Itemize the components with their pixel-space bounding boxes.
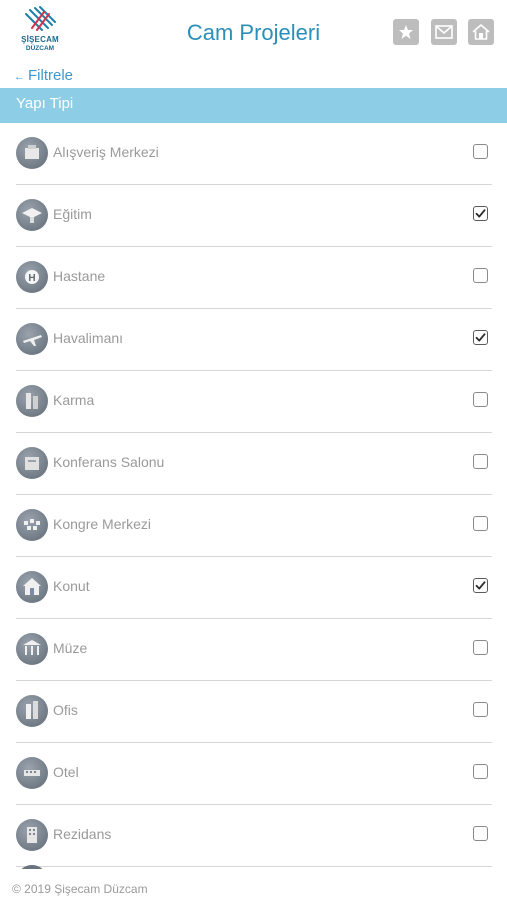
app-header: ŞİŞECAM DÜZCAM Cam Projeleri [0,0,507,66]
favorites-button[interactable] [393,19,419,45]
list-item-checkbox[interactable] [473,702,488,717]
svg-text:H: H [28,273,35,284]
list-item-label: Alışveriş Merkezi [53,144,159,160]
list-item-checkbox[interactable] [473,640,488,655]
checkmark-icon [475,581,486,590]
list-item[interactable]: Karma [16,371,492,433]
list-item[interactable]: Rezidans [16,805,492,867]
list-item-checkbox[interactable] [473,578,488,593]
home-button[interactable] [468,19,494,45]
list-item[interactable]: Ofis [16,681,492,743]
list-item-label: Otel [53,764,79,780]
list-item[interactable]: Müze [16,619,492,681]
conference-hall-icon [16,447,48,479]
list-item-label: Müze [53,640,88,656]
list-item[interactable]: Alışveriş Merkezi [16,123,492,185]
airport-icon [16,323,48,355]
list-item-checkbox[interactable] [473,268,488,283]
list-item-label: Eğitim [53,206,92,222]
section-title: Yapı Tipi [16,95,74,112]
logo-text-secondary: DÜZCAM [25,45,55,52]
list-item[interactable]: Konferans Salonu [16,433,492,495]
list-item-label: Karma [53,392,95,408]
list-item-label: Ofis [53,702,78,718]
hotel-icon [16,757,48,789]
list-item-label: Rezidans [53,826,112,842]
back-to-filter-link[interactable]: ← Filtrele [14,67,73,84]
mail-icon [435,25,453,39]
list-item[interactable]: Konut [16,557,492,619]
checkmark-icon [475,333,486,342]
residence-tower-icon [16,819,48,851]
list-item[interactable]: Kongre Merkezi [16,495,492,557]
copyright-footer: © 2019 Şişecam Düzcam [12,882,148,896]
checkmark-icon [475,209,486,218]
list-item-checkbox[interactable] [473,454,488,469]
list-item-checkbox[interactable] [473,764,488,779]
mixed-use-icon [16,385,48,417]
list-item[interactable]: Havalimanı [16,309,492,371]
list-item-label: Konut [53,578,90,594]
list-item-label: Kongre Merkezi [53,516,152,532]
list-item-checkbox[interactable] [473,206,488,221]
star-icon [399,25,413,39]
congress-center-icon [16,509,48,541]
list-item-label: Hastane [53,268,106,284]
list-item-label: Havalimanı [53,330,124,346]
list-item[interactable]: H Hastane [16,247,492,309]
home-icon [472,24,490,40]
list-item-checkbox[interactable] [473,392,488,407]
museum-icon [16,633,48,665]
list-item-checkbox[interactable] [473,516,488,531]
list-item-checkbox[interactable] [473,144,488,159]
hospital-icon: H [16,261,48,293]
mail-button[interactable] [431,19,457,45]
office-icon [16,695,48,727]
shopping-mall-icon [16,137,48,169]
list-item-label: Konferans Salonu [53,454,165,470]
residence-icon [16,571,48,603]
list-item-checkbox[interactable] [473,330,488,345]
list-item-checkbox[interactable] [473,826,488,841]
building-type-list: Alışveriş Merkezi Eğitim H Hastane Havaliman… [16,123,492,867]
back-link-label: Filtrele [28,67,74,84]
education-icon [16,199,48,231]
back-arrow-icon: ← [14,71,25,83]
list-item-partial-icon [16,865,48,869]
list-item[interactable]: Eğitim [16,185,492,247]
section-header: Yapı Tipi [0,88,507,123]
list-item[interactable]: Otel [16,743,492,805]
